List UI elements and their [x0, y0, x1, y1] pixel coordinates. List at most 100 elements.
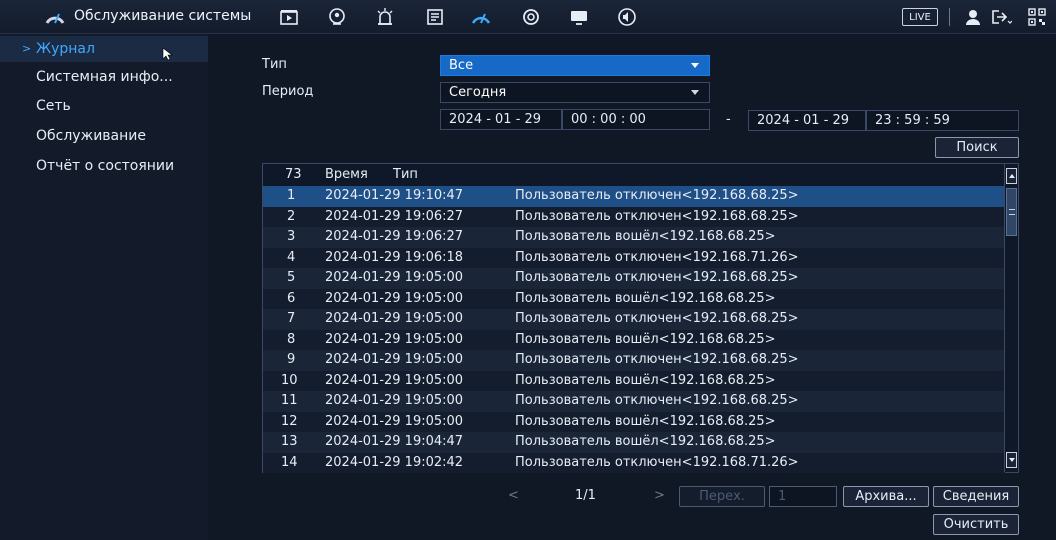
column-header-type[interactable]: Тип	[393, 167, 418, 182]
row-number: 11	[281, 393, 298, 408]
row-event: Пользователь отключен<192.168.68.25>	[515, 352, 799, 367]
table-row[interactable]: 5 2024-01-29 19:05:00 Пользователь отключе…	[263, 268, 1005, 289]
table-row[interactable]: 14 2024-01-29 19:02:42 Пользователь отключ…	[263, 452, 1005, 473]
row-event: Пользователь отключен<192.168.71.26>	[515, 454, 799, 470]
row-event: Пользователь отключен<192.168.68.25>	[515, 311, 799, 326]
storage-icon[interactable]	[424, 7, 446, 27]
type-select-value: Все	[449, 58, 474, 73]
display-icon[interactable]	[568, 7, 590, 27]
type-select[interactable]: Все	[440, 55, 710, 76]
row-time: 2024-01-29 19:05:00	[325, 270, 464, 285]
row-event: Пользователь отключен<192.168.68.25>	[515, 270, 799, 285]
next-page-button[interactable]: >	[654, 488, 665, 503]
search-button[interactable]: Поиск	[935, 137, 1019, 158]
row-number: 3	[287, 229, 296, 244]
start-date-field[interactable]: 2024 - 01 - 29	[440, 109, 562, 130]
row-time: 2024-01-29 19:05:00	[325, 290, 464, 306]
divider	[949, 8, 950, 26]
row-number: 10	[281, 372, 298, 388]
sidebar-item-system-info[interactable]: Системная инфо...	[0, 64, 208, 90]
row-number: 9	[287, 352, 296, 367]
scrollbar[interactable]	[1004, 164, 1018, 472]
audio-icon[interactable]	[616, 7, 638, 27]
chevron-right-icon: >	[22, 42, 32, 55]
row-time: 2024-01-29 19:06:27	[325, 208, 464, 224]
scroll-up-icon[interactable]	[1006, 168, 1017, 184]
row-time: 2024-01-29 19:05:00	[325, 372, 464, 388]
table-row[interactable]: 10 2024-01-29 19:05:00 Пользователь вошёл<…	[263, 370, 1005, 391]
table-row[interactable]: 9 2024-01-29 19:05:00 Пользователь отключе…	[263, 350, 1005, 371]
alarm-icon[interactable]	[374, 7, 396, 27]
row-time: 2024-01-29 19:06:18	[325, 249, 464, 265]
period-select[interactable]: Сегодня	[440, 82, 710, 103]
row-number: 4	[287, 249, 296, 265]
sidebar-item-log[interactable]: > Журнал	[0, 36, 208, 62]
row-time: 2024-01-29 19:10:47	[325, 188, 464, 203]
row-event: Пользователь отключен<192.168.71.26>	[515, 249, 799, 265]
end-time-field[interactable]: 23 : 59 : 59	[866, 110, 1019, 131]
scroll-down-icon[interactable]	[1006, 452, 1017, 468]
clear-button[interactable]: Очистить	[933, 514, 1019, 535]
row-number: 1	[287, 188, 296, 203]
table-row[interactable]: 1 2024-01-29 19:10:47 Пользователь отключе…	[263, 186, 1005, 207]
type-label: Тип	[262, 57, 287, 72]
live-button[interactable]: LIVE	[902, 8, 938, 26]
row-number: 5	[287, 270, 296, 285]
goto-page-field[interactable]: 1	[769, 486, 837, 507]
start-time-field[interactable]: 00 : 00 : 00	[562, 109, 710, 130]
row-event: Пользователь вошёл<192.168.68.25>	[515, 372, 776, 388]
sidebar-item-label: Журнал	[36, 41, 95, 57]
row-time: 2024-01-29 19:05:00	[325, 311, 464, 326]
network-icon[interactable]	[520, 7, 542, 27]
chevron-down-icon	[691, 63, 699, 68]
table-row[interactable]: 7 2024-01-29 19:05:00 Пользователь отключе…	[263, 309, 1005, 330]
table-row[interactable]: 3 2024-01-29 19:06:27 Пользователь вошёл<1…	[263, 227, 1005, 248]
table-row[interactable]: 11 2024-01-29 19:05:00 Пользователь отключ…	[263, 391, 1005, 412]
logout-icon[interactable]	[990, 7, 1012, 27]
qr-code-icon[interactable]	[1026, 7, 1048, 27]
sidebar-item-status-report[interactable]: Отчёт о состоянии	[0, 153, 208, 179]
row-time: 2024-01-29 19:05:00	[325, 352, 464, 367]
playback-icon[interactable]	[278, 7, 300, 27]
archive-button[interactable]: Архива...	[843, 486, 929, 507]
sidebar-item-label: Обслуживание	[36, 128, 146, 144]
user-icon[interactable]	[962, 7, 984, 27]
goto-button[interactable]: Перех.	[679, 486, 765, 507]
row-event: Пользователь вошёл<192.168.68.25>	[515, 229, 776, 244]
table-row[interactable]: 8 2024-01-29 19:05:00 Пользователь вошёл<1…	[263, 329, 1005, 350]
chevron-down-icon	[691, 90, 699, 95]
period-select-value: Сегодня	[449, 85, 507, 100]
period-label: Период	[262, 84, 314, 99]
row-event: Пользователь вошёл<192.168.68.25>	[515, 434, 776, 449]
row-number: 7	[287, 311, 296, 326]
page-title: Обслуживание системы	[74, 8, 252, 24]
top-bar: Обслуживание системы LIVE	[0, 0, 1056, 34]
column-header-time[interactable]: Время	[325, 167, 368, 182]
range-separator: -	[726, 112, 731, 127]
table-row[interactable]: 2 2024-01-29 19:06:27 Пользователь отключе…	[263, 206, 1005, 227]
sidebar-item-label: Сеть	[36, 98, 71, 114]
ai-face-icon[interactable]	[326, 7, 348, 27]
details-button[interactable]: Сведения	[933, 486, 1019, 507]
row-number: 12	[281, 413, 298, 429]
maintenance-gauge-icon[interactable]	[470, 7, 492, 27]
sidebar-item-maintenance[interactable]: Обслуживание	[0, 123, 208, 149]
table-row[interactable]: 13 2024-01-29 19:04:47 Пользователь вошёл<…	[263, 432, 1005, 453]
row-number: 6	[287, 290, 296, 306]
scroll-thumb[interactable]	[1006, 188, 1017, 236]
table-row[interactable]: 6 2024-01-29 19:05:00 Пользователь вошёл<1…	[263, 288, 1005, 309]
row-time: 2024-01-29 19:05:00	[325, 413, 464, 429]
row-number: 13	[281, 434, 298, 449]
sidebar-item-network[interactable]: Сеть	[0, 93, 208, 119]
row-event: Пользователь вошёл<192.168.68.25>	[515, 290, 776, 306]
row-event: Пользователь отключен<192.168.68.25>	[515, 393, 799, 408]
row-event: Пользователь вошёл<192.168.68.25>	[515, 331, 776, 347]
table-body: 1 2024-01-29 19:10:47 Пользователь отключе…	[263, 186, 1005, 473]
maintenance-gauge-icon	[44, 8, 66, 26]
prev-page-button[interactable]: <	[508, 488, 519, 503]
row-time: 2024-01-29 19:05:00	[325, 393, 464, 408]
table-row[interactable]: 4 2024-01-29 19:06:18 Пользователь отключе…	[263, 247, 1005, 268]
log-table: 7 3 Время Тип 1 2024-01-29 19:10:47 Пользов…	[262, 163, 1019, 473]
table-row[interactable]: 12 2024-01-29 19:05:00 Пользователь вошёл<…	[263, 411, 1005, 432]
end-date-field[interactable]: 2024 - 01 - 29	[748, 110, 866, 131]
